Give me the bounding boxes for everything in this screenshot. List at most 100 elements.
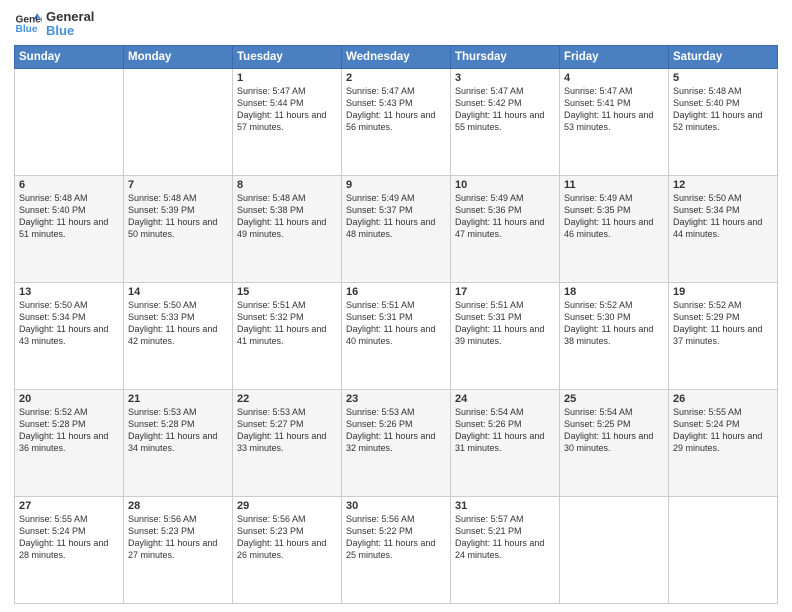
logo: General Blue General Blue xyxy=(14,10,94,39)
day-detail: Sunrise: 5:48 AM Sunset: 5:40 PM Dayligh… xyxy=(673,85,773,134)
calendar-day-cell: 25Sunrise: 5:54 AM Sunset: 5:25 PM Dayli… xyxy=(560,389,669,496)
day-number: 7 xyxy=(128,179,228,191)
calendar-day-cell: 21Sunrise: 5:53 AM Sunset: 5:28 PM Dayli… xyxy=(124,389,233,496)
calendar-week-row: 20Sunrise: 5:52 AM Sunset: 5:28 PM Dayli… xyxy=(15,389,778,496)
calendar-day-cell: 20Sunrise: 5:52 AM Sunset: 5:28 PM Dayli… xyxy=(15,389,124,496)
day-detail: Sunrise: 5:56 AM Sunset: 5:23 PM Dayligh… xyxy=(237,513,337,562)
calendar-day-cell xyxy=(124,68,233,175)
day-number: 26 xyxy=(673,393,773,405)
calendar-day-cell: 13Sunrise: 5:50 AM Sunset: 5:34 PM Dayli… xyxy=(15,282,124,389)
day-number: 17 xyxy=(455,286,555,298)
day-detail: Sunrise: 5:55 AM Sunset: 5:24 PM Dayligh… xyxy=(673,406,773,455)
day-number: 28 xyxy=(128,500,228,512)
calendar-week-row: 13Sunrise: 5:50 AM Sunset: 5:34 PM Dayli… xyxy=(15,282,778,389)
day-number: 20 xyxy=(19,393,119,405)
day-detail: Sunrise: 5:49 AM Sunset: 5:37 PM Dayligh… xyxy=(346,192,446,241)
calendar-day-header: Thursday xyxy=(451,45,560,68)
calendar-day-header: Friday xyxy=(560,45,669,68)
day-number: 5 xyxy=(673,72,773,84)
day-detail: Sunrise: 5:48 AM Sunset: 5:39 PM Dayligh… xyxy=(128,192,228,241)
day-number: 24 xyxy=(455,393,555,405)
day-detail: Sunrise: 5:52 AM Sunset: 5:30 PM Dayligh… xyxy=(564,299,664,348)
day-detail: Sunrise: 5:47 AM Sunset: 5:44 PM Dayligh… xyxy=(237,85,337,134)
calendar-day-cell: 28Sunrise: 5:56 AM Sunset: 5:23 PM Dayli… xyxy=(124,496,233,603)
calendar-day-cell: 2Sunrise: 5:47 AM Sunset: 5:43 PM Daylig… xyxy=(342,68,451,175)
calendar-day-cell: 31Sunrise: 5:57 AM Sunset: 5:21 PM Dayli… xyxy=(451,496,560,603)
day-number: 10 xyxy=(455,179,555,191)
calendar-day-cell: 8Sunrise: 5:48 AM Sunset: 5:38 PM Daylig… xyxy=(233,175,342,282)
calendar-week-row: 27Sunrise: 5:55 AM Sunset: 5:24 PM Dayli… xyxy=(15,496,778,603)
day-number: 13 xyxy=(19,286,119,298)
day-number: 4 xyxy=(564,72,664,84)
calendar-day-cell: 30Sunrise: 5:56 AM Sunset: 5:22 PM Dayli… xyxy=(342,496,451,603)
day-detail: Sunrise: 5:53 AM Sunset: 5:28 PM Dayligh… xyxy=(128,406,228,455)
day-number: 21 xyxy=(128,393,228,405)
calendar-day-cell: 11Sunrise: 5:49 AM Sunset: 5:35 PM Dayli… xyxy=(560,175,669,282)
day-detail: Sunrise: 5:56 AM Sunset: 5:23 PM Dayligh… xyxy=(128,513,228,562)
day-number: 9 xyxy=(346,179,446,191)
day-detail: Sunrise: 5:49 AM Sunset: 5:35 PM Dayligh… xyxy=(564,192,664,241)
day-number: 6 xyxy=(19,179,119,191)
day-detail: Sunrise: 5:52 AM Sunset: 5:29 PM Dayligh… xyxy=(673,299,773,348)
day-detail: Sunrise: 5:51 AM Sunset: 5:32 PM Dayligh… xyxy=(237,299,337,348)
day-number: 8 xyxy=(237,179,337,191)
day-number: 23 xyxy=(346,393,446,405)
calendar-header-row: SundayMondayTuesdayWednesdayThursdayFrid… xyxy=(15,45,778,68)
day-number: 30 xyxy=(346,500,446,512)
day-detail: Sunrise: 5:47 AM Sunset: 5:42 PM Dayligh… xyxy=(455,85,555,134)
calendar-day-cell: 19Sunrise: 5:52 AM Sunset: 5:29 PM Dayli… xyxy=(669,282,778,389)
calendar-day-header: Wednesday xyxy=(342,45,451,68)
day-detail: Sunrise: 5:57 AM Sunset: 5:21 PM Dayligh… xyxy=(455,513,555,562)
calendar-day-cell: 22Sunrise: 5:53 AM Sunset: 5:27 PM Dayli… xyxy=(233,389,342,496)
day-number: 15 xyxy=(237,286,337,298)
day-detail: Sunrise: 5:50 AM Sunset: 5:33 PM Dayligh… xyxy=(128,299,228,348)
day-number: 27 xyxy=(19,500,119,512)
calendar-day-cell: 1Sunrise: 5:47 AM Sunset: 5:44 PM Daylig… xyxy=(233,68,342,175)
calendar-day-cell: 7Sunrise: 5:48 AM Sunset: 5:39 PM Daylig… xyxy=(124,175,233,282)
calendar-day-cell: 18Sunrise: 5:52 AM Sunset: 5:30 PM Dayli… xyxy=(560,282,669,389)
day-number: 19 xyxy=(673,286,773,298)
calendar-day-cell: 16Sunrise: 5:51 AM Sunset: 5:31 PM Dayli… xyxy=(342,282,451,389)
calendar-day-header: Tuesday xyxy=(233,45,342,68)
day-number: 12 xyxy=(673,179,773,191)
logo-icon: General Blue xyxy=(14,10,42,38)
calendar-week-row: 6Sunrise: 5:48 AM Sunset: 5:40 PM Daylig… xyxy=(15,175,778,282)
calendar-day-cell: 15Sunrise: 5:51 AM Sunset: 5:32 PM Dayli… xyxy=(233,282,342,389)
calendar-day-cell: 9Sunrise: 5:49 AM Sunset: 5:37 PM Daylig… xyxy=(342,175,451,282)
calendar-day-cell: 26Sunrise: 5:55 AM Sunset: 5:24 PM Dayli… xyxy=(669,389,778,496)
day-detail: Sunrise: 5:49 AM Sunset: 5:36 PM Dayligh… xyxy=(455,192,555,241)
day-detail: Sunrise: 5:56 AM Sunset: 5:22 PM Dayligh… xyxy=(346,513,446,562)
calendar-day-header: Saturday xyxy=(669,45,778,68)
calendar-day-cell: 23Sunrise: 5:53 AM Sunset: 5:26 PM Dayli… xyxy=(342,389,451,496)
day-detail: Sunrise: 5:54 AM Sunset: 5:25 PM Dayligh… xyxy=(564,406,664,455)
day-number: 2 xyxy=(346,72,446,84)
calendar-day-cell: 4Sunrise: 5:47 AM Sunset: 5:41 PM Daylig… xyxy=(560,68,669,175)
day-number: 14 xyxy=(128,286,228,298)
day-detail: Sunrise: 5:52 AM Sunset: 5:28 PM Dayligh… xyxy=(19,406,119,455)
day-detail: Sunrise: 5:47 AM Sunset: 5:41 PM Dayligh… xyxy=(564,85,664,134)
calendar-day-cell: 5Sunrise: 5:48 AM Sunset: 5:40 PM Daylig… xyxy=(669,68,778,175)
header: General Blue General Blue xyxy=(14,10,778,39)
day-detail: Sunrise: 5:53 AM Sunset: 5:27 PM Dayligh… xyxy=(237,406,337,455)
calendar-week-row: 1Sunrise: 5:47 AM Sunset: 5:44 PM Daylig… xyxy=(15,68,778,175)
calendar-day-header: Sunday xyxy=(15,45,124,68)
calendar-day-cell: 3Sunrise: 5:47 AM Sunset: 5:42 PM Daylig… xyxy=(451,68,560,175)
day-detail: Sunrise: 5:47 AM Sunset: 5:43 PM Dayligh… xyxy=(346,85,446,134)
svg-text:Blue: Blue xyxy=(16,24,38,35)
day-detail: Sunrise: 5:48 AM Sunset: 5:38 PM Dayligh… xyxy=(237,192,337,241)
calendar-day-cell: 24Sunrise: 5:54 AM Sunset: 5:26 PM Dayli… xyxy=(451,389,560,496)
calendar-day-cell xyxy=(669,496,778,603)
page: General Blue General Blue SundayMondayTu… xyxy=(0,0,792,612)
calendar-day-cell: 14Sunrise: 5:50 AM Sunset: 5:33 PM Dayli… xyxy=(124,282,233,389)
calendar-day-cell: 10Sunrise: 5:49 AM Sunset: 5:36 PM Dayli… xyxy=(451,175,560,282)
calendar-day-cell: 29Sunrise: 5:56 AM Sunset: 5:23 PM Dayli… xyxy=(233,496,342,603)
day-detail: Sunrise: 5:50 AM Sunset: 5:34 PM Dayligh… xyxy=(673,192,773,241)
day-number: 16 xyxy=(346,286,446,298)
day-number: 3 xyxy=(455,72,555,84)
day-number: 11 xyxy=(564,179,664,191)
calendar-day-header: Monday xyxy=(124,45,233,68)
day-detail: Sunrise: 5:50 AM Sunset: 5:34 PM Dayligh… xyxy=(19,299,119,348)
calendar-day-cell: 27Sunrise: 5:55 AM Sunset: 5:24 PM Dayli… xyxy=(15,496,124,603)
day-detail: Sunrise: 5:53 AM Sunset: 5:26 PM Dayligh… xyxy=(346,406,446,455)
day-number: 31 xyxy=(455,500,555,512)
